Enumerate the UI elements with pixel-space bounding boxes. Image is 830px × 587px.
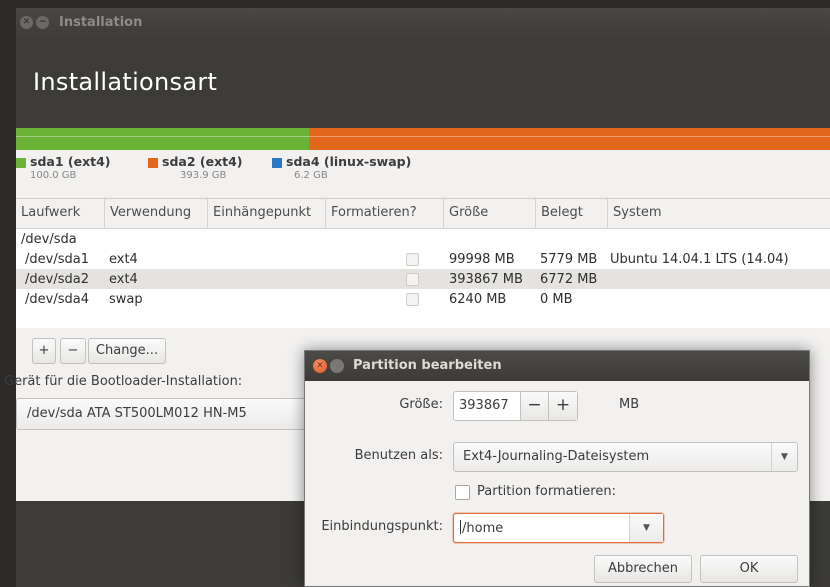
size-increase-button[interactable]: + — [549, 392, 577, 420]
size-decrease-button[interactable]: − — [521, 392, 549, 420]
window-titlebar: ✕ − Installation — [16, 8, 830, 38]
close-icon[interactable]: ✕ — [20, 16, 33, 29]
table-row[interactable]: /dev/sda1 ext4 99998 MB 5779 MB Ubuntu 1… — [16, 249, 830, 269]
close-icon[interactable]: ✕ — [313, 359, 327, 373]
cell-used: 0 MB — [540, 291, 573, 307]
column-header[interactable]: Größe — [444, 199, 536, 228]
cell-device: /dev/sda2 — [25, 271, 89, 287]
cancel-button[interactable]: Abbrechen — [594, 555, 692, 583]
legend-name: sda4 (linux-swap) — [286, 154, 412, 169]
cell-size: 393867 MB — [449, 271, 523, 287]
dropdown-arrow-icon: ▼ — [771, 443, 797, 471]
column-header[interactable]: System — [608, 199, 830, 228]
cell-used: 5779 MB — [540, 251, 598, 267]
ok-button[interactable]: OK — [700, 555, 798, 583]
mount-point-label: Einbindungspunkt: — [321, 519, 443, 534]
use-as-select[interactable]: Ext4-Journaling-Dateisystem ▼ — [453, 442, 798, 472]
table-row[interactable]: /dev/sda2 ext4 393867 MB 6772 MB — [16, 269, 830, 289]
cell-device: /dev/sda1 — [25, 251, 89, 267]
table-group-row[interactable]: /dev/sda — [16, 229, 830, 249]
use-as-value: Ext4-Journaling-Dateisystem — [463, 449, 650, 464]
column-header[interactable]: Einhängepunkt — [208, 199, 326, 228]
bootloader-label: Gerät für die Bootloader-Installation: — [4, 374, 243, 389]
bootloader-device-select[interactable]: /dev/sda ATA ST500LM012 HN-M5 — [16, 398, 316, 430]
legend-item-sda1: sda1 (ext4) 100.0 GB — [16, 154, 134, 181]
size-unit: MB — [619, 397, 640, 412]
use-as-label: Benutzen als: — [354, 448, 443, 463]
size-label: Größe: — [399, 397, 443, 412]
legend-name: sda2 (ext4) — [162, 154, 243, 169]
cell-use: ext4 — [109, 271, 138, 287]
cell-use: swap — [109, 291, 143, 307]
partition-bar-segment-sda1 — [16, 128, 310, 150]
cell-used: 6772 MB — [540, 271, 598, 287]
minimize-icon[interactable]: − — [36, 16, 49, 29]
legend-name: sda1 (ext4) — [30, 154, 111, 169]
format-partition-checkbox[interactable] — [455, 485, 470, 500]
size-spinbox: 393867 − + — [453, 391, 578, 421]
cell-size: 99998 MB — [449, 251, 515, 267]
partition-bar-segment-sda2 — [309, 128, 830, 150]
legend-item-sda2: sda2 (ext4) 393.9 GB — [148, 154, 258, 181]
legend-item-sda4: sda4 (linux-swap) 6.2 GB — [272, 154, 432, 181]
minimize-icon[interactable] — [330, 359, 344, 373]
add-partition-button[interactable]: + — [32, 338, 56, 364]
cell-size: 6240 MB — [449, 291, 507, 307]
column-header[interactable]: Belegt — [536, 199, 608, 228]
dialog-titlebar: ✕ Partition bearbeiten — [305, 351, 809, 381]
legend-size: 393.9 GB — [180, 170, 227, 181]
cell-use: ext4 — [109, 251, 138, 267]
legend-size: 100.0 GB — [30, 170, 77, 181]
size-input[interactable]: 393867 — [454, 392, 521, 420]
format-checkbox[interactable] — [406, 273, 419, 286]
column-header[interactable]: Formatieren? — [326, 199, 444, 228]
text-caret — [460, 520, 461, 534]
change-partition-button[interactable]: Change... — [88, 338, 166, 364]
page-title: Installationsart — [33, 68, 218, 96]
column-header[interactable]: Laufwerk — [16, 199, 105, 228]
format-checkbox[interactable] — [406, 293, 419, 306]
mount-point-input[interactable]: /home — [460, 520, 503, 536]
dialog-title: Partition bearbeiten — [353, 358, 502, 373]
page-header: Installationsart — [16, 38, 830, 130]
format-checkbox[interactable] — [406, 253, 419, 266]
cell-system: Ubuntu 14.04.1 LTS (14.04) — [610, 251, 789, 267]
edit-partition-dialog: ✕ Partition bearbeiten Größe: 393867 − +… — [304, 350, 810, 587]
mount-point-value: /home — [462, 521, 504, 536]
group-label: /dev/sda — [21, 231, 77, 247]
column-header[interactable]: Verwendung — [105, 199, 208, 228]
partition-legend: sda1 (ext4) 100.0 GB sda2 (ext4) 393.9 G… — [16, 154, 432, 181]
remove-partition-button[interactable]: − — [60, 338, 86, 364]
legend-swatch-sda1 — [16, 158, 26, 168]
table-header: Laufwerk Verwendung Einhängepunkt Format… — [16, 199, 830, 229]
table-row[interactable]: /dev/sda4 swap 6240 MB 0 MB — [16, 289, 830, 309]
format-partition-label[interactable]: Partition formatieren: — [477, 484, 616, 499]
partition-table: Laufwerk Verwendung Einhängepunkt Format… — [16, 198, 830, 328]
window-title: Installation — [59, 15, 143, 30]
legend-swatch-sda4 — [272, 158, 282, 168]
mount-point-combo[interactable]: /home ▼ — [453, 513, 664, 543]
legend-size: 6.2 GB — [294, 170, 328, 181]
legend-swatch-sda2 — [148, 158, 158, 168]
partition-bar — [16, 128, 830, 150]
dropdown-arrow-icon[interactable]: ▼ — [629, 514, 663, 542]
cell-device: /dev/sda4 — [25, 291, 89, 307]
